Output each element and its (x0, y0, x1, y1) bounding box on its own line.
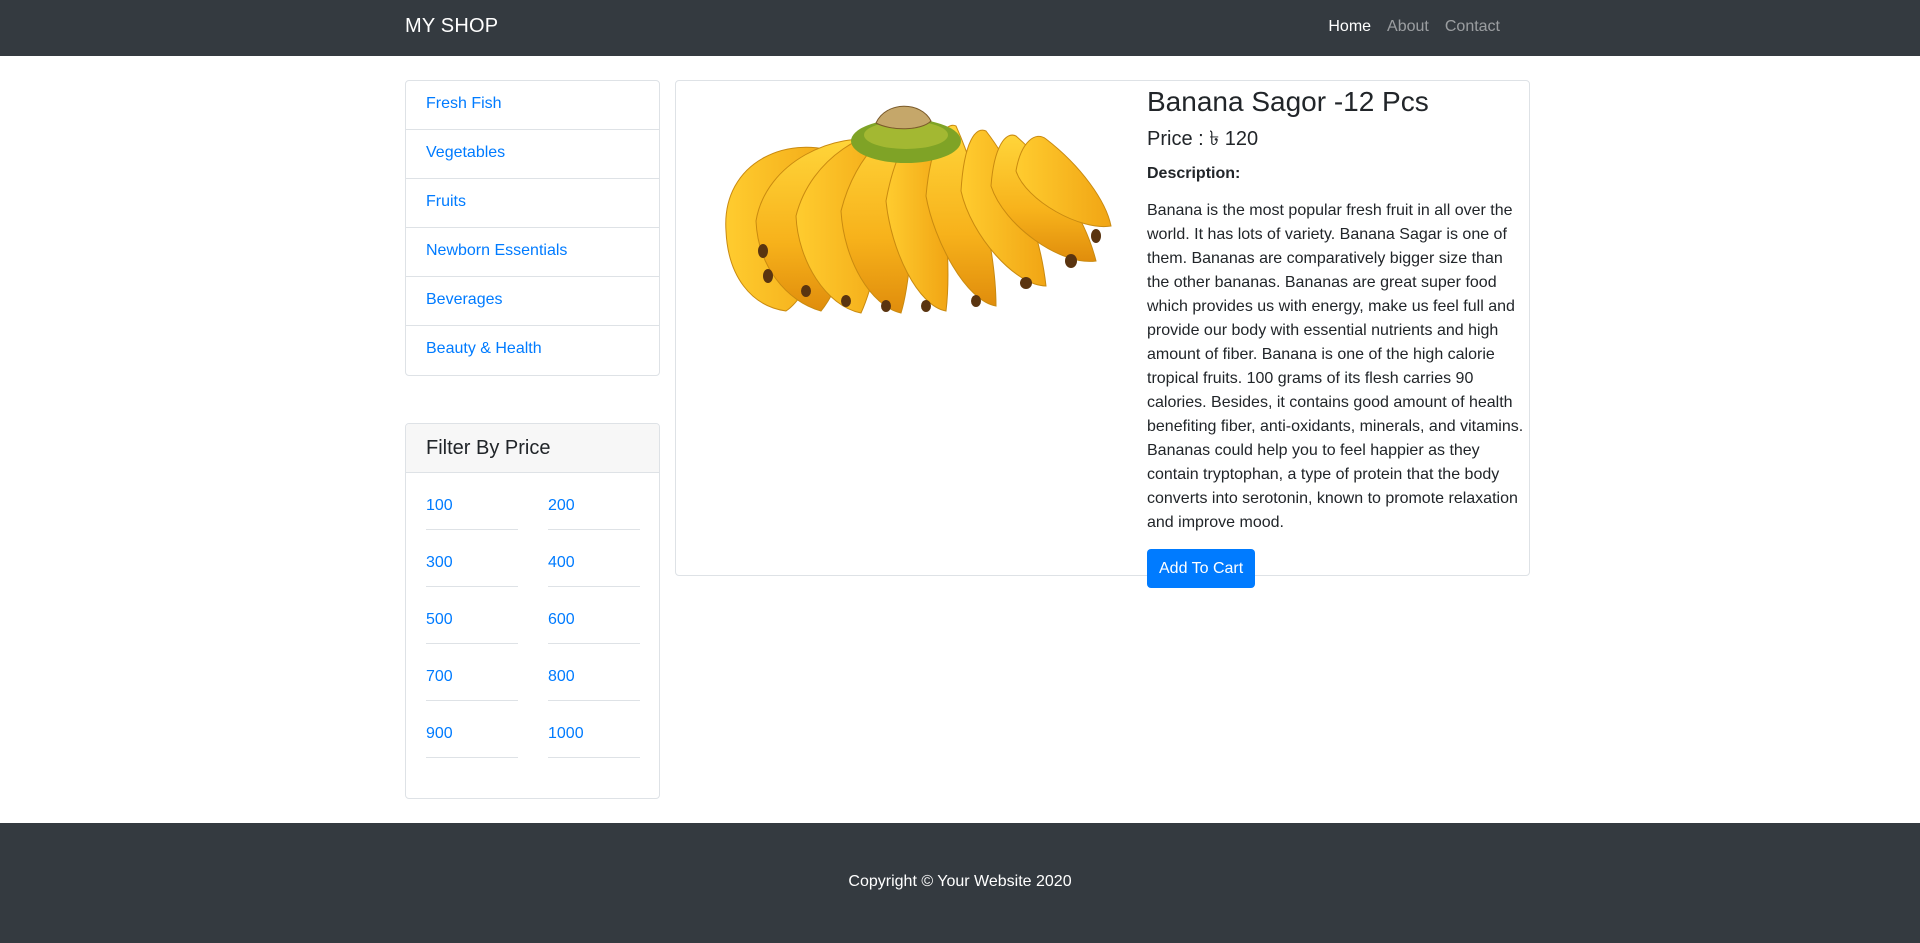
category-beverages[interactable]: Beverages (406, 277, 659, 326)
category-beauty-health[interactable]: Beauty & Health (406, 326, 659, 375)
category-list: Fresh Fish Vegetables Fruits Newborn Ess… (405, 80, 660, 376)
price-500[interactable]: 500 (426, 587, 518, 644)
footer: Copyright © Your Website 2020 (0, 823, 1920, 943)
category-fresh-fish[interactable]: Fresh Fish (406, 81, 659, 130)
price-filter-card: Filter By Price 100 200 300 400 500 600 … (405, 423, 660, 799)
footer-copyright: Copyright © Your Website 2020 (848, 873, 1072, 890)
nav-links: Home About Contact (1320, 18, 1508, 36)
price-900[interactable]: 900 (426, 701, 518, 758)
price-filter-grid: 100 200 300 400 500 600 700 800 900 1000 (406, 473, 659, 758)
banana-bunch-image (725, 105, 1112, 314)
top-navbar: MY SHOP Home About Contact (0, 0, 1920, 56)
category-newborn-essentials[interactable]: Newborn Essentials (406, 228, 659, 277)
product-info: Banana Sagor -12 Pcs Price : ৳ 120 Descr… (1147, 83, 1529, 588)
product-card: Banana Sagor -12 Pcs Price : ৳ 120 Descr… (675, 80, 1530, 588)
price-400[interactable]: 400 (548, 530, 640, 587)
category-fruits[interactable]: Fruits (406, 179, 659, 228)
category-vegetables[interactable]: Vegetables (406, 130, 659, 179)
description-label: Description: (1147, 164, 1241, 182)
price-100[interactable]: 100 (426, 473, 518, 530)
price-800[interactable]: 800 (548, 644, 640, 701)
price-1000[interactable]: 1000 (548, 701, 640, 758)
product-title: Banana Sagor -12 Pcs (1147, 86, 1429, 117)
filter-title: Filter By Price (406, 424, 659, 473)
product-price: Price : ৳ 120 (1147, 127, 1259, 150)
nav-home[interactable]: Home (1320, 18, 1379, 36)
product-description: Banana is the most popular fresh fruit i… (1147, 201, 1524, 531)
brand-logo[interactable]: MY SHOP (405, 15, 498, 38)
price-200[interactable]: 200 (548, 473, 640, 530)
add-to-cart-button[interactable]: Add To Cart (1147, 548, 1256, 588)
price-300[interactable]: 300 (426, 530, 518, 587)
nav-about[interactable]: About (1379, 18, 1437, 36)
price-600[interactable]: 600 (548, 587, 640, 644)
nav-contact[interactable]: Contact (1437, 18, 1508, 36)
price-700[interactable]: 700 (426, 644, 518, 701)
